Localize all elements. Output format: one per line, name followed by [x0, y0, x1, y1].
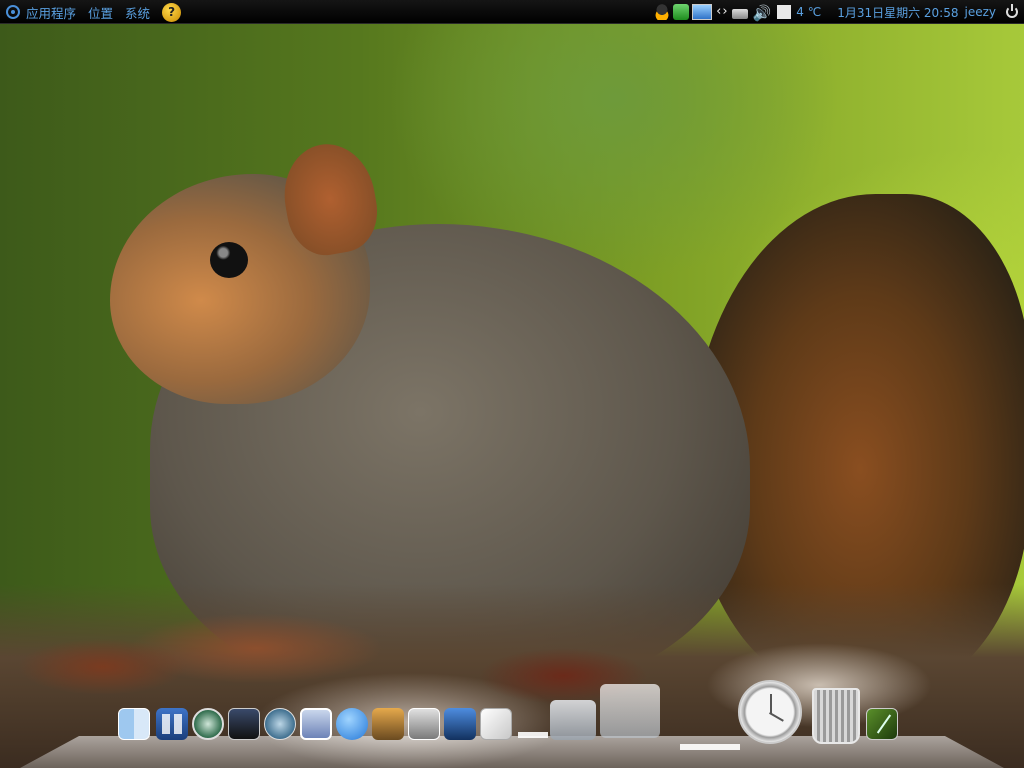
preview-icon[interactable]	[300, 708, 332, 740]
dock-separator	[518, 732, 548, 738]
menu-system[interactable]: 系统	[125, 3, 150, 22]
username-label[interactable]: jeezy	[965, 5, 997, 19]
finder-icon[interactable]	[118, 708, 150, 740]
system-tray: ‹› 🔊 4 ℃ 1月31日星期六 20:58 jeezy	[651, 0, 1018, 24]
weather-icon[interactable]	[777, 5, 792, 19]
textedit-icon[interactable]	[480, 708, 512, 740]
clock-label[interactable]: 1月31日星期六 20:58	[837, 4, 958, 21]
activity-monitor-icon[interactable]	[228, 708, 260, 740]
temperature-label[interactable]: 4 ℃	[796, 5, 821, 19]
workspace-switcher-icon[interactable]: ‹›	[716, 4, 728, 20]
time-machine-icon[interactable]	[192, 708, 224, 740]
qq-icon[interactable]	[654, 4, 671, 20]
dock-separator	[680, 744, 740, 750]
dashboard-icon[interactable]	[156, 708, 188, 740]
update-manager-icon[interactable]	[673, 4, 690, 20]
panel-menu-area: 应用程序 位置 系统 ?	[6, 0, 182, 24]
power-icon[interactable]	[1006, 4, 1018, 18]
volume-icon[interactable]: 🔊	[753, 4, 772, 22]
photo-booth-icon[interactable]	[408, 708, 440, 740]
stack-icon[interactable]	[550, 700, 596, 740]
network-icon[interactable]	[731, 8, 748, 19]
clock-icon[interactable]	[738, 680, 802, 744]
menu-applications[interactable]: 应用程序	[26, 3, 76, 22]
dock	[0, 680, 1024, 768]
help-icon[interactable]: ?	[162, 2, 182, 22]
trash-icon[interactable]	[812, 688, 860, 744]
top-panel: 应用程序 位置 系统 ? ‹› 🔊 4 ℃ 1月31日星期六 20:58 jee…	[0, 0, 1024, 24]
stack-icon[interactable]	[600, 684, 660, 738]
screen-icon[interactable]	[692, 4, 713, 20]
safari-icon[interactable]	[264, 708, 296, 740]
squirrel-eye	[210, 242, 248, 278]
ichat-icon[interactable]	[336, 708, 368, 740]
desktop-wallpaper	[0, 24, 1024, 768]
iphoto-icon[interactable]	[372, 708, 404, 740]
menu-places[interactable]: 位置	[88, 3, 113, 22]
ubuntu-logo-icon[interactable]	[6, 5, 20, 19]
video-icon[interactable]	[444, 708, 476, 740]
terminal-icon[interactable]	[866, 708, 898, 740]
